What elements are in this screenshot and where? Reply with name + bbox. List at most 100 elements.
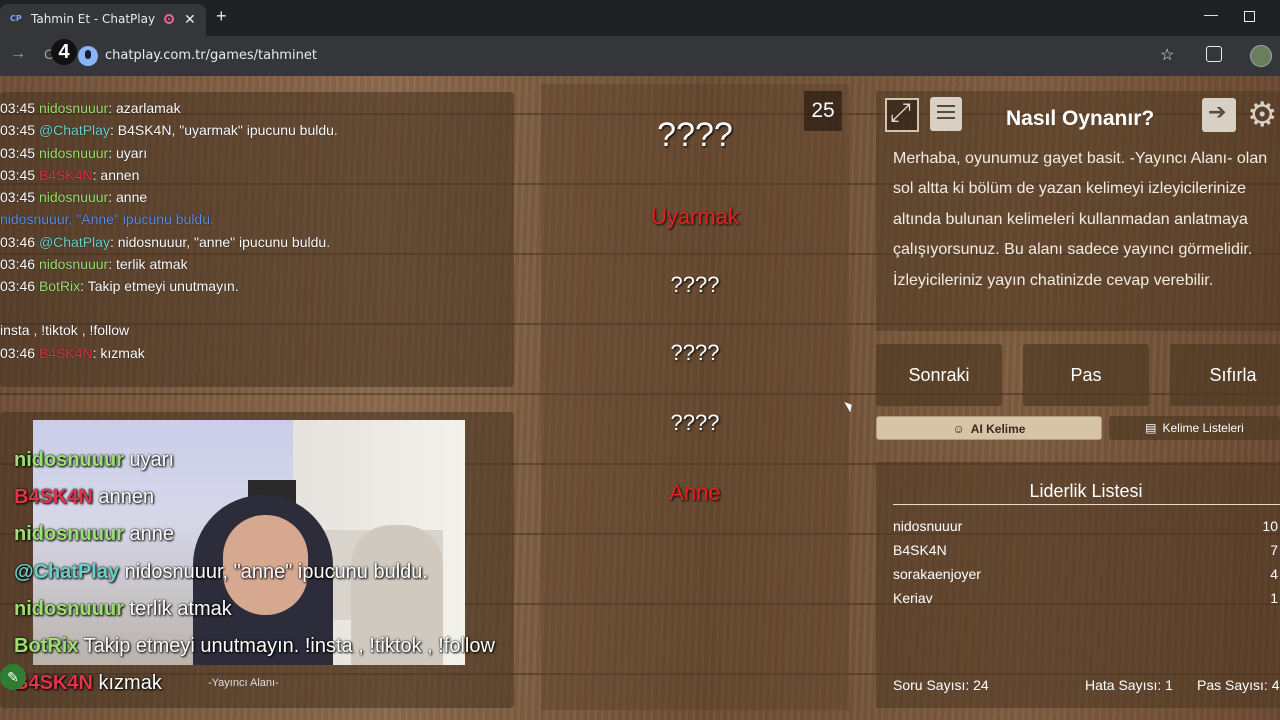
leaderboard-name: sorakaenjoyer [893,566,981,582]
chat-time: 03:46 [0,256,39,272]
maximize-icon[interactable] [1244,11,1255,22]
overlay-message: nidosnuuur terlik atmak [14,598,232,621]
chat-separator: : [109,122,118,138]
howto-title: Nasıl Oynanır? [1006,107,1155,130]
chat-time: 03:45 [0,145,39,161]
chat-time: 03:46 [0,278,39,294]
ai-word-button[interactable]: ☺ AI Kelime [876,416,1102,440]
chat-message: insta , !tiktok , !follow [0,322,129,338]
overlay-message: BotRix Takip etmeyi unutmayın. !insta , … [14,635,495,658]
overlay-text: terlik atmak [123,598,232,620]
chat-text: uyarı [116,145,148,161]
revealed-word: Uyarmak [650,203,739,229]
exit-icon[interactable] [1202,98,1236,132]
overlay-message: nidosnuuur anne [14,523,174,546]
tab-bar: CP Tahmin Et - ChatPlay ✕ + — [0,0,1280,36]
chat-separator: : [108,256,116,272]
tab-title: Tahmin Et - ChatPlay [31,12,156,26]
leaderboard-score: 7 [1270,542,1278,558]
chat-message: 03:46 @ChatPlay: nidosnuuur, "anne" ipuc… [0,234,330,250]
howto-text: Merhaba, oyunumuz gayet basit. -Yayıncı … [893,150,1268,289]
streamer-area-label: -Yayıncı Alanı- [208,677,279,689]
pass-button[interactable]: Pas [1023,344,1149,406]
revealed-word: Anne [669,479,721,505]
minimize-icon[interactable]: — [1204,6,1218,22]
leaderboard-name: nidosnuuur [893,518,963,534]
extensions-icon[interactable] [1206,46,1222,62]
chat-username: @ChatPlay [38,234,110,250]
chat-username: @ChatPlay [38,122,110,138]
chat-username: nidosnuuur [38,256,109,272]
chat-message: 03:45 nidosnuuur: azarlamak [0,100,181,116]
overlay-text: annen [92,486,155,508]
chat-text: Takip etmeyi unutmayın. [87,278,239,294]
address-toolbar: → C 4 chatplay.com.tr/games/tahminet ☆ [0,36,1280,76]
chat-text: kızmak [100,345,145,361]
chat-text: "Anne" ipucunu buldu. [76,211,214,227]
chat-message: 03:45 B4SK4N: annen [0,167,139,183]
close-tab-icon[interactable]: ✕ [184,11,196,28]
reset-button[interactable]: Sıfırla [1170,344,1280,406]
chat-time: 03:46 [0,345,39,361]
chat-text: azarlamak [116,100,181,116]
fullscreen-icon[interactable] [885,98,919,132]
chat-text: B4SK4N, "uyarmak" ipucunu buldu. [117,122,338,138]
leaderboard-divider [893,504,1280,505]
next-button[interactable]: Sonraki [876,344,1002,406]
overlay-message: B4SK4N kızmak [14,672,162,695]
clipboard-icon: ▤ [1145,421,1157,435]
chat-username: B4SK4N [38,345,93,361]
robot-icon: ☺ [952,422,965,436]
chat-text: anne [116,189,148,205]
chat-message: nidosnuuur, "Anne" ipucunu buldu. [0,211,214,227]
overlay-username: nidosnuuur [14,449,124,471]
overlay-message: nidosnuuur uyarı [14,449,174,472]
chat-username: BotRix [38,278,81,294]
gear-icon[interactable]: ⚙ [1247,97,1280,133]
leaderboard-name: B4SK4N [893,542,947,558]
bookmark-star-icon[interactable]: ☆ [1160,45,1174,65]
overlay-text: kızmak [92,672,162,694]
leaderboard-score: 10 [1262,518,1278,534]
chat-time: 03:45 [0,100,39,116]
leaderboard-score: 1 [1270,590,1278,606]
new-tab-icon[interactable]: + [216,6,227,27]
overlay-username: nidosnuuur [14,523,124,545]
hidden-word: ???? [670,271,720,297]
overlay-text: uyarı [123,449,175,471]
forward-icon[interactable]: → [10,45,26,63]
chat-separator: : [80,278,88,294]
profile-avatar[interactable] [1250,45,1272,67]
favicon-icon: CP [10,14,22,23]
chat-username: nidosnuuur [38,189,109,205]
recording-icon [164,14,174,24]
error-count: Hata Sayısı: 1 [1085,677,1173,693]
leaderboard-title: Liderlik Listesi [1029,481,1143,501]
overlay-message: @ChatPlay nidosnuuur, "anne" ipucunu bul… [14,561,428,584]
pass-count: Pas Sayısı: 4 [1197,677,1280,693]
chat-message: 03:46 nidosnuuur: terlik atmak [0,256,188,272]
chat-message: 03:46 B4SK4N: kızmak [0,345,145,361]
chat-username: B4SK4N [38,167,93,183]
hidden-word: ???? [670,409,720,435]
overlay-text: Takip etmeyi unutmayın. !insta , !tiktok… [78,635,495,657]
chat-text: insta , !tiktok , !follow [0,322,130,338]
chat-username: nidosnuuur [38,100,109,116]
chat-text: annen [100,167,140,183]
hidden-word: ???? [657,115,733,154]
overlay-username: B4SK4N [14,486,93,508]
chat-time: 03:45 [0,122,39,138]
microphone-icon[interactable] [78,46,98,66]
chat-separator: : [108,100,116,116]
overlay-text: anne [123,523,175,545]
browser-tab[interactable]: CP Tahmin Et - ChatPlay ✕ [0,4,206,36]
chat-time: 03:45 [0,189,39,205]
chat-separator: : [108,189,116,205]
word-lists-label: Kelime Listeleri [1162,421,1244,435]
chat-separator: : [109,234,118,250]
hidden-word: ???? [670,339,720,365]
pencil-icon[interactable]: ✎ [0,664,26,690]
notes-icon[interactable] [930,97,962,131]
word-lists-button[interactable]: ▤ Kelime Listeleri [1109,416,1280,440]
address-bar[interactable]: chatplay.com.tr/games/tahminet [105,48,317,63]
